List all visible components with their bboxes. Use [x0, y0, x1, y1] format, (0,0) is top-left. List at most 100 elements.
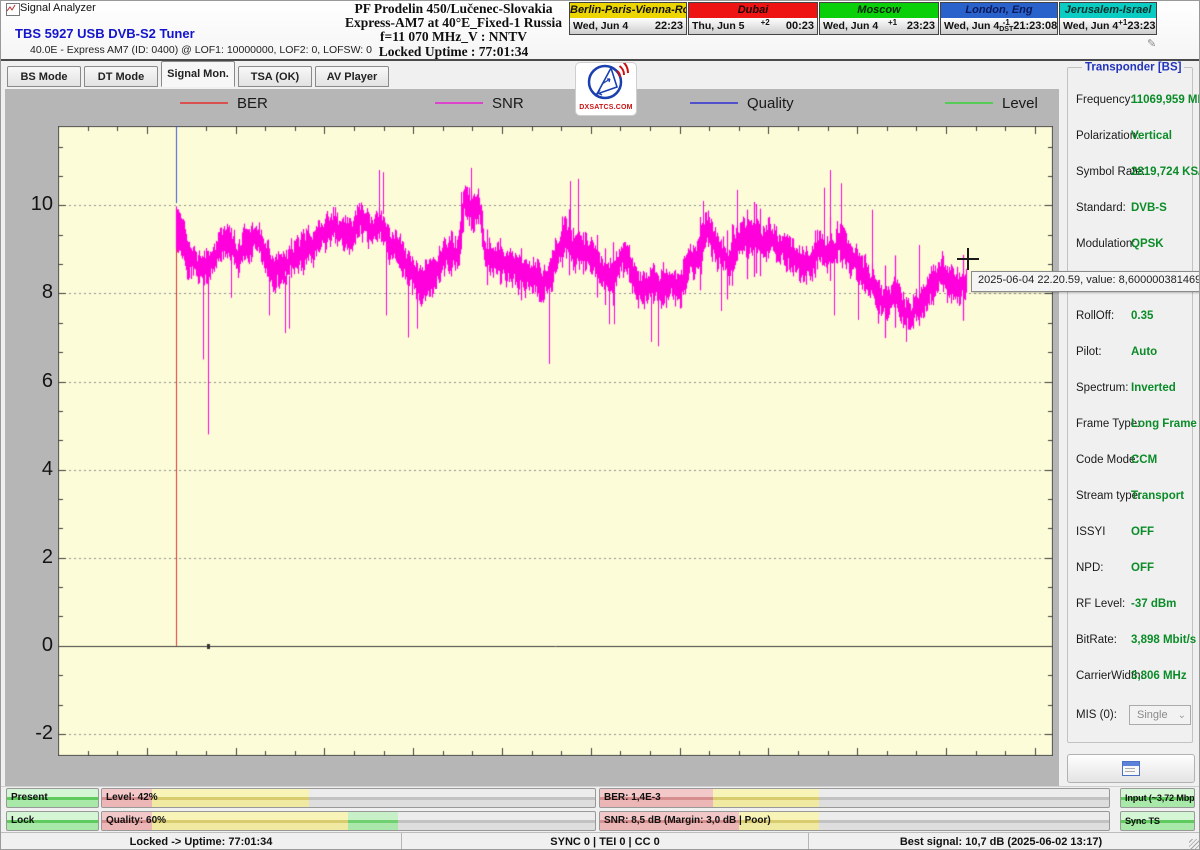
logo-text: DXSATCS.COM — [576, 104, 636, 111]
legend-label: SNR — [492, 95, 524, 112]
mis-dropdown[interactable]: Single ⌄ — [1129, 705, 1191, 725]
quality-bar-label: Quality: 60% — [106, 812, 166, 830]
lock-indicator: Lock — [6, 811, 99, 831]
header-line-4: Locked Uptime : 77:01:34 — [336, 45, 571, 59]
param-value: CCM — [1131, 454, 1157, 466]
clock-dubai[interactable]: DubaiThu, Jun 5+200:23 — [688, 2, 818, 35]
resize-grip[interactable] — [1189, 839, 1199, 849]
clock-time: 23:23 — [907, 20, 935, 32]
clock-time: 21:23:08 — [1013, 20, 1057, 32]
legend-line — [945, 102, 993, 104]
param-value: OFF — [1131, 562, 1154, 574]
mis-value: Single — [1137, 709, 1168, 721]
clock-utc-offset: +2 — [761, 19, 770, 27]
statusbar-sync: SYNC 0 | TEI 0 | CC 0 — [402, 833, 809, 850]
transponder-panel: Transponder [BS] Frequency:11069,959 MHz… — [1059, 61, 1200, 786]
param-label: Polarization: — [1076, 130, 1139, 142]
value-tooltip: 2025-06-04 22.20.59, value: 8,6000003814… — [971, 271, 1200, 292]
clock-body: Wed, Jun 4+123:23 — [820, 18, 938, 34]
param-value: Inverted — [1131, 382, 1176, 394]
signal-plot[interactable] — [58, 126, 1053, 756]
level-bar: Level: 42% — [101, 788, 596, 808]
statusbar-best-signal: Best signal: 10,7 dB (2025-06-02 13:17) — [809, 833, 1193, 850]
y-tick-8: 8 — [7, 281, 53, 304]
clock-city-label: Moscow — [820, 3, 938, 18]
tuner-title: TBS 5927 USB DVB-S2 Tuner — [15, 26, 195, 41]
mode-tabs: BS ModeDT ModeSignal Mon.TSA (OK)AV Play… — [7, 61, 389, 87]
clock-jerusalem-israel[interactable]: Jerusalem-IsraelWed, Jun 4+123:23 — [1059, 2, 1157, 35]
transponder-title: Transponder [BS] — [1082, 61, 1184, 73]
sync-ts-indicator: Sync TS — [1120, 811, 1195, 831]
ber-bar: BER: 1,4E-3 — [599, 788, 1110, 808]
param-value: OFF — [1131, 526, 1154, 538]
legend-label: BER — [237, 95, 268, 112]
clock-berlin-paris-vienna-roma[interactable]: Berlin-Paris-Vienna-Roma Wed, Jun 4 22:23 — [569, 2, 687, 35]
panel-button[interactable] — [1067, 754, 1195, 783]
param-label: Modulation: — [1076, 238, 1135, 250]
param-label: ISSYI — [1076, 526, 1105, 538]
clock-date: Thu, Jun 5 — [692, 20, 745, 32]
tab-tsa-ok-[interactable]: TSA (OK) — [238, 66, 312, 87]
tab-bs-mode[interactable]: BS Mode — [7, 66, 81, 87]
quality-bar: Quality: 60% — [101, 811, 596, 831]
tab-dt-mode[interactable]: DT Mode — [84, 66, 158, 87]
legend-item-quality[interactable]: Quality — [690, 94, 794, 112]
param-value: -37 dBm — [1131, 598, 1176, 610]
legend-item-level[interactable]: Level — [945, 94, 1038, 112]
clock-moscow[interactable]: MoscowWed, Jun 4+123:23 — [819, 2, 939, 35]
divider — [1, 786, 1200, 787]
clock-date: Wed, Jun 4 — [1063, 20, 1118, 32]
legend-item-ber[interactable]: BER — [180, 94, 268, 112]
param-label: RollOff: — [1076, 310, 1114, 322]
clock-time: 23:23 — [1127, 20, 1155, 32]
clock-city-label: Jerusalem-Israel — [1060, 3, 1156, 18]
present-indicator-label: Present — [11, 789, 48, 807]
pencil-icon[interactable]: ✎ — [1147, 37, 1156, 50]
param-value: 0.35 — [1131, 310, 1153, 322]
param-value: DVB-S — [1131, 202, 1167, 214]
param-value: Transport — [1131, 490, 1184, 502]
clock-date: Wed, Jun 4 — [573, 20, 628, 32]
mis-label: MIS (0): — [1076, 709, 1117, 721]
tab-av-player[interactable]: AV Player — [315, 66, 389, 87]
satellite-dish-icon — [578, 63, 634, 101]
param-value: Auto — [1131, 346, 1157, 358]
dxsatcs-logo: DXSATCS.COM — [575, 62, 637, 116]
clock-time: 22:23 — [655, 20, 683, 32]
param-value: 11069,959 MHz — [1131, 94, 1200, 106]
y-tick-4: 4 — [7, 458, 53, 481]
input-indicator-label: Input (~3,72 Mbps) — [1125, 789, 1195, 807]
param-value: 3,806 MHz — [1131, 670, 1187, 682]
param-label: Standard: — [1076, 202, 1126, 214]
legend-item-snr[interactable]: SNR — [435, 94, 524, 112]
header-line-2: Express-AM7 at 40°E_Fixed-1 Russia — [336, 16, 571, 30]
clock-utc-offset: +1 — [1118, 19, 1127, 27]
param-label: RF Level: — [1076, 598, 1125, 610]
param-label: Code Mode: — [1076, 454, 1139, 466]
clock-body: Wed, Jun 4 22:23 — [570, 18, 686, 34]
tab-signal-mon-[interactable]: Signal Mon. — [161, 61, 235, 87]
legend-label: Level — [1002, 95, 1038, 112]
app-icon — [6, 3, 20, 16]
lock-indicator-label: Lock — [11, 812, 34, 830]
input-indicator: Input (~3,72 Mbps) — [1120, 788, 1195, 808]
y-tick--2: -2 — [7, 722, 53, 745]
clock-utc-offset: +1 — [888, 19, 897, 27]
header-line-3: f=11 070 MHz_V : NNTV — [336, 30, 571, 44]
clock-london-eng[interactable]: London, EngWed, Jun 4-1DST21:23:08 — [940, 2, 1058, 35]
y-tick-0: 0 — [7, 634, 53, 657]
bar-fill — [152, 812, 348, 830]
clock-city-label: Berlin-Paris-Vienna-Roma — [570, 3, 686, 18]
param-label: NPD: — [1076, 562, 1103, 574]
signal-analyzer-window: Signal Analyzer TBS 5927 USB DVB-S2 Tune… — [0, 0, 1200, 850]
param-value: 2819,724 KS/s — [1131, 166, 1200, 178]
bar-fill — [152, 789, 309, 807]
clock-utc-offset: -1DST — [999, 19, 1013, 33]
param-value: 3,898 Mbit/s — [1131, 634, 1196, 646]
clock-body: Wed, Jun 4-1DST21:23:08 — [941, 18, 1057, 34]
param-value: Long Frame — [1131, 418, 1197, 430]
window-title: Signal Analyzer — [20, 2, 96, 14]
snr-bar-label: SNR: 8,5 dB (Margin: 3,0 dB | Poor) — [604, 812, 771, 830]
clock-body: Wed, Jun 4+123:23 — [1060, 18, 1156, 34]
header-line-1: PF Prodelin 450/Lučenec-Slovakia — [336, 2, 571, 16]
